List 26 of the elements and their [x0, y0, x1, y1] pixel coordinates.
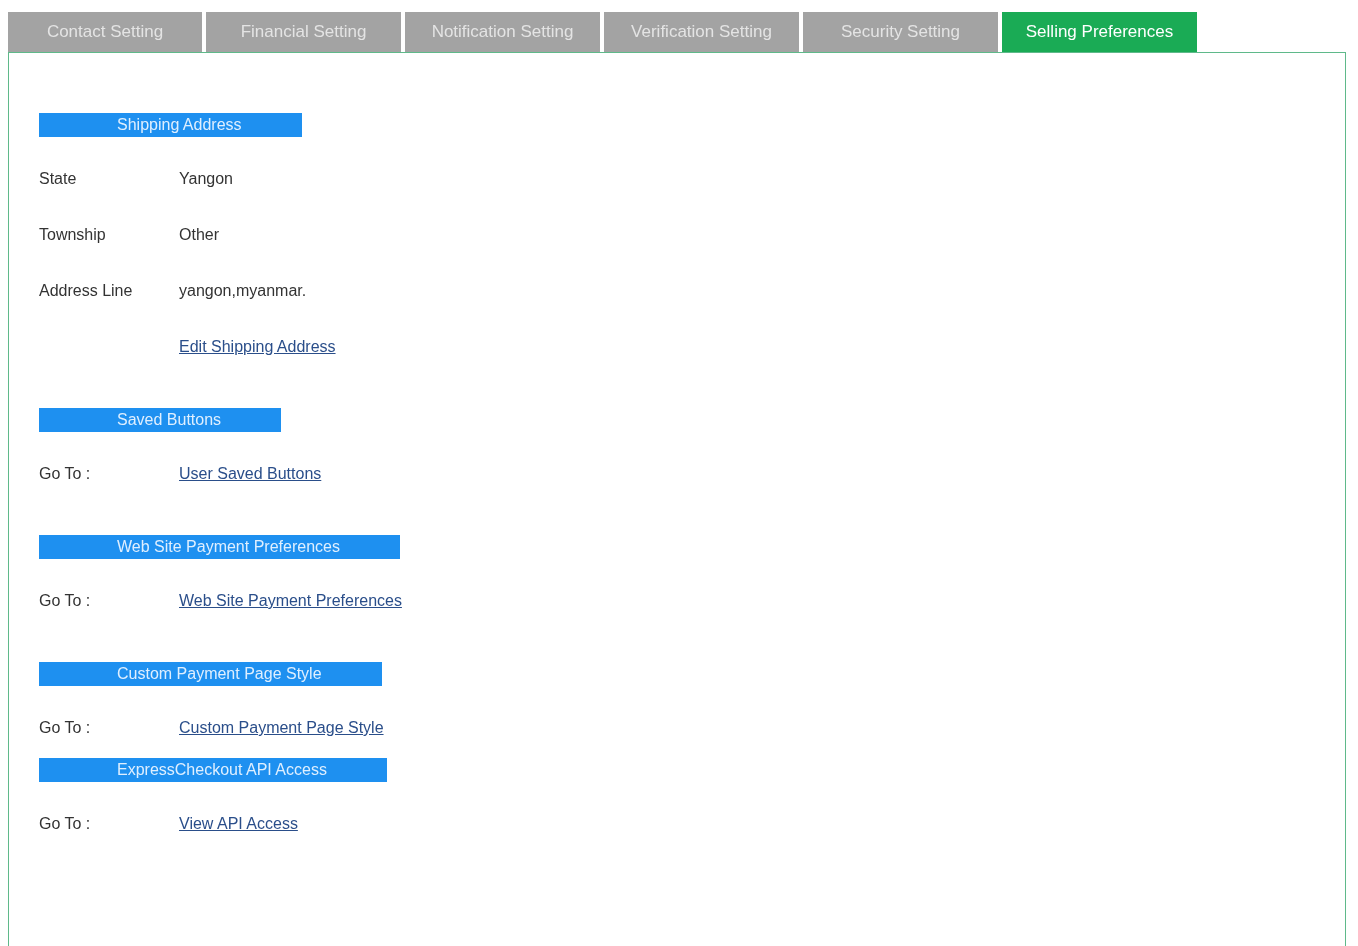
- field-label: State: [39, 170, 78, 188]
- field-value: Other: [179, 226, 219, 244]
- field-label: Address Line: [39, 282, 134, 300]
- field-value: yangon,myanmar.: [179, 282, 307, 300]
- field-label: Go To :: [39, 592, 92, 610]
- section-header: ExpressCheckout API Access: [39, 758, 387, 782]
- settings-tab[interactable]: Verification Setting: [604, 12, 799, 52]
- settings-tab[interactable]: Contact Setting: [8, 12, 202, 52]
- link[interactable]: Custom Payment Page Style: [179, 719, 384, 737]
- field-label: Go To :: [39, 719, 92, 737]
- settings-tab[interactable]: Financial Setting: [206, 12, 401, 52]
- section-header: Shipping Address: [39, 113, 302, 137]
- section-header: Saved Buttons: [39, 408, 282, 432]
- field-label: Township: [39, 226, 107, 244]
- link[interactable]: Web Site Payment Preferences: [179, 592, 402, 610]
- field-value: Yangon: [179, 170, 233, 188]
- link[interactable]: Edit Shipping Address: [179, 338, 336, 356]
- link[interactable]: View API Access: [179, 815, 298, 833]
- field-label: Go To :: [39, 465, 92, 483]
- field-label: Go To :: [39, 815, 92, 833]
- settings-tab[interactable]: Security Setting: [803, 12, 998, 52]
- section-header: Web Site Payment Preferences: [39, 535, 400, 559]
- settings-tab[interactable]: Notification Setting: [405, 12, 600, 52]
- link[interactable]: User Saved Buttons: [179, 465, 322, 483]
- section-header: Custom Payment Page Style: [39, 662, 382, 686]
- settings-tab[interactable]: Selling Preferences: [1002, 12, 1197, 52]
